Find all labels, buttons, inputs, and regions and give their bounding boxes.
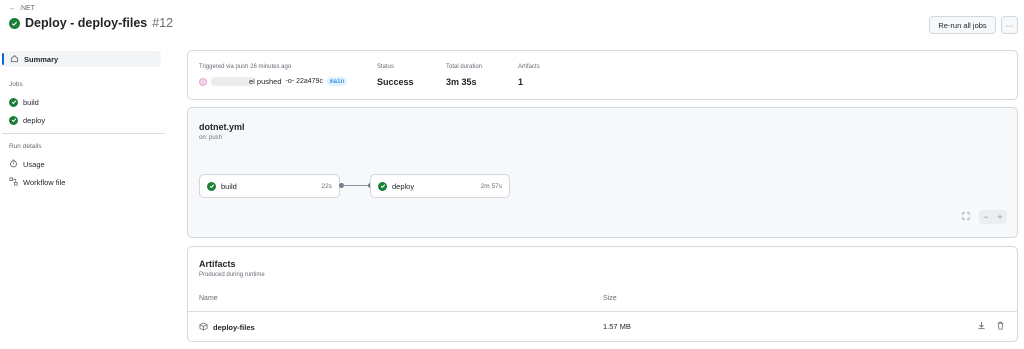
artifacts-label: Artifacts bbox=[518, 64, 540, 70]
zoom-out-button[interactable]: − bbox=[979, 212, 993, 222]
package-icon bbox=[199, 322, 208, 333]
avatar[interactable] bbox=[199, 77, 207, 86]
artifacts-count: 1 bbox=[518, 77, 524, 87]
stopwatch-icon bbox=[9, 159, 18, 170]
arrow-left-icon: ← bbox=[9, 5, 16, 12]
workflow-trigger: on: push bbox=[199, 135, 223, 141]
job-name: deploy bbox=[392, 181, 415, 191]
commit-link[interactable]: -o- 22a479c bbox=[286, 78, 323, 85]
run-number: #12 bbox=[152, 16, 174, 30]
workflow-graph-panel: dotnet.yml on: push build 22s deploy 2m … bbox=[187, 107, 1018, 238]
artifact-link[interactable]: deploy-files bbox=[199, 322, 255, 333]
success-check-icon bbox=[9, 97, 18, 107]
sidebar-item-label: deploy bbox=[23, 115, 46, 125]
delete-button[interactable] bbox=[994, 320, 1006, 332]
sidebar-item-deploy[interactable]: deploy bbox=[9, 112, 45, 128]
branch-badge[interactable]: main bbox=[326, 77, 348, 86]
home-icon bbox=[10, 54, 19, 65]
download-button[interactable] bbox=[975, 320, 987, 332]
workflow-file-name: dotnet.yml bbox=[199, 122, 245, 132]
job-duration: 2m 57s bbox=[480, 182, 502, 190]
triggered-label: Triggered via push 26 minutes ago bbox=[199, 64, 292, 70]
job-node-build[interactable]: build 22s bbox=[199, 174, 340, 198]
pushed-text: el pushed bbox=[249, 77, 282, 86]
success-check-icon bbox=[9, 17, 20, 29]
duration-label: Total duration bbox=[446, 64, 483, 70]
column-header-size: Size bbox=[603, 295, 617, 302]
jobs-heading: Jobs bbox=[9, 81, 23, 88]
success-check-icon bbox=[207, 181, 216, 191]
redacted-username bbox=[211, 77, 253, 86]
sidebar-item-label: build bbox=[23, 97, 39, 107]
sidebar-item-summary[interactable]: Summary bbox=[2, 51, 161, 67]
sidebar-item-label: Summary bbox=[24, 54, 59, 64]
sidebar-item-label: Usage bbox=[23, 159, 45, 169]
run-details-heading: Run details bbox=[9, 143, 42, 150]
success-check-icon bbox=[378, 181, 387, 191]
column-header-name: Name bbox=[199, 295, 218, 302]
success-check-icon bbox=[9, 115, 18, 125]
job-connector bbox=[341, 185, 370, 186]
artifacts-subtitle: Produced during runtime bbox=[199, 272, 265, 278]
workflow-icon bbox=[9, 176, 18, 188]
trigger-info: el pushed -o- 22a479c main bbox=[199, 77, 348, 86]
commit-sha: 22a479c bbox=[296, 78, 323, 85]
sidebar-item-workflow-file[interactable]: Workflow file bbox=[9, 174, 65, 190]
artifact-name: deploy-files bbox=[213, 323, 255, 332]
artifact-size: 1.57 MB bbox=[603, 322, 631, 331]
more-options-button[interactable]: ··· bbox=[1001, 16, 1018, 34]
artifacts-panel: Artifacts Produced during runtime Name S… bbox=[187, 246, 1018, 342]
status-label: Status bbox=[377, 64, 395, 70]
job-duration: 22s bbox=[321, 182, 332, 190]
trash-icon bbox=[996, 321, 1005, 332]
zoom-controls: − + bbox=[979, 210, 1007, 224]
zoom-in-button[interactable]: + bbox=[993, 212, 1007, 222]
back-label: .NET bbox=[19, 5, 35, 12]
run-summary-panel: Triggered via push 26 minutes ago el pus… bbox=[187, 50, 1018, 100]
fullscreen-icon bbox=[962, 212, 970, 222]
table-divider bbox=[188, 311, 1017, 312]
job-node-deploy[interactable]: deploy 2m 57s bbox=[370, 174, 510, 198]
sidebar-item-label: Workflow file bbox=[23, 177, 66, 187]
sidebar-item-build[interactable]: build bbox=[9, 94, 39, 110]
rerun-all-jobs-button[interactable]: Re-run all jobs bbox=[929, 16, 996, 34]
sidebar-item-usage[interactable]: Usage bbox=[9, 156, 45, 172]
artifacts-title: Artifacts bbox=[199, 259, 236, 269]
job-name: build bbox=[221, 181, 237, 191]
status-value: Success bbox=[377, 77, 414, 87]
workflow-run-title: Deploy - deploy-files bbox=[25, 16, 148, 30]
sidebar-divider bbox=[2, 133, 165, 134]
download-icon bbox=[977, 321, 986, 332]
duration-value: 3m 35s bbox=[446, 77, 477, 87]
commit-icon: -o- bbox=[285, 78, 295, 85]
fullscreen-button[interactable] bbox=[959, 210, 973, 224]
active-indicator bbox=[2, 53, 4, 65]
page-title: Deploy - deploy-files #12 bbox=[9, 16, 173, 30]
back-link[interactable]: ← .NET bbox=[9, 5, 35, 12]
